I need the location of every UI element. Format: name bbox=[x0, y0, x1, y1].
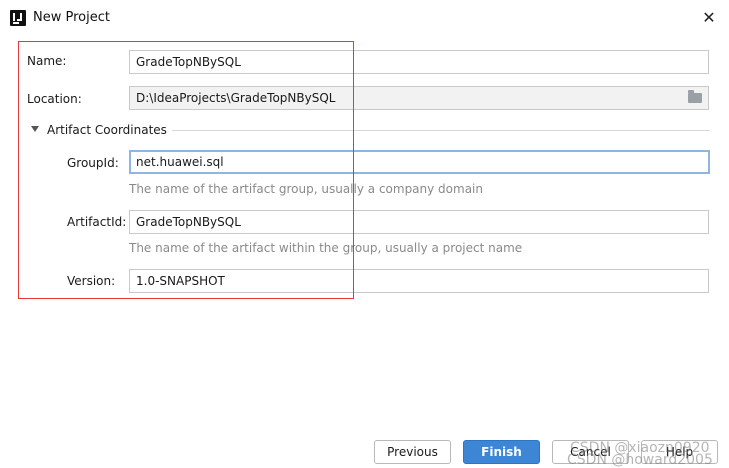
previous-button[interactable]: Previous bbox=[374, 440, 451, 464]
finish-button[interactable]: Finish bbox=[463, 440, 540, 464]
title-bar: New Project ✕ bbox=[0, 0, 729, 36]
window-title: New Project bbox=[33, 10, 110, 25]
intellij-app-icon bbox=[10, 10, 26, 26]
highlight-annotation-box bbox=[18, 41, 354, 299]
close-icon[interactable]: ✕ bbox=[700, 9, 718, 27]
folder-icon[interactable] bbox=[688, 90, 702, 103]
watermark-line-2: CSDN @howard2005 bbox=[567, 452, 713, 468]
